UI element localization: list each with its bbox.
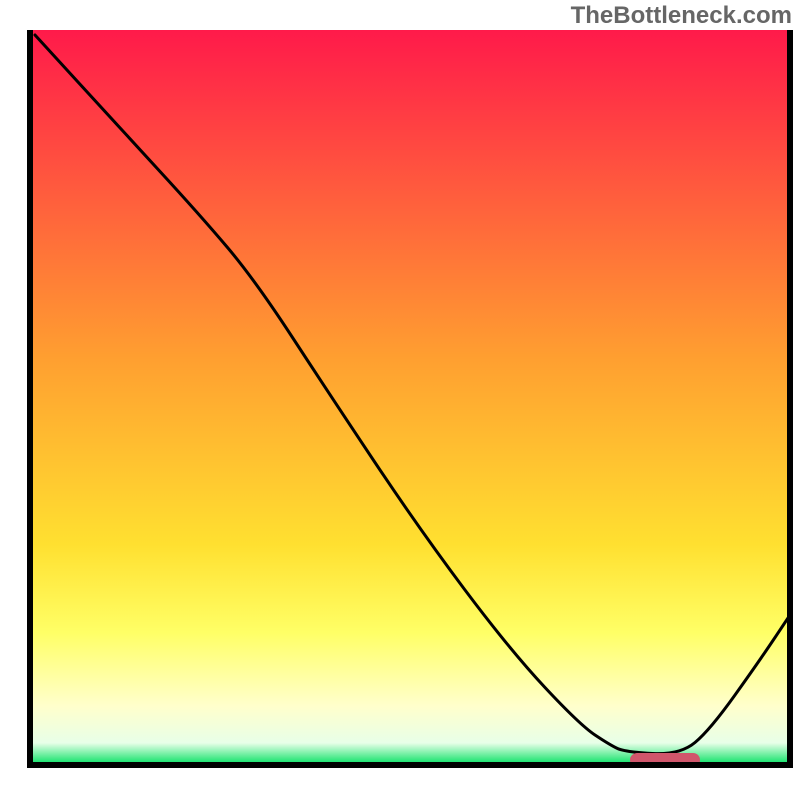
plot-background <box>30 30 790 765</box>
bottleneck-chart <box>0 0 800 800</box>
chart-container: TheBottleneck.com <box>0 0 800 800</box>
watermark-label: TheBottleneck.com <box>571 2 792 30</box>
